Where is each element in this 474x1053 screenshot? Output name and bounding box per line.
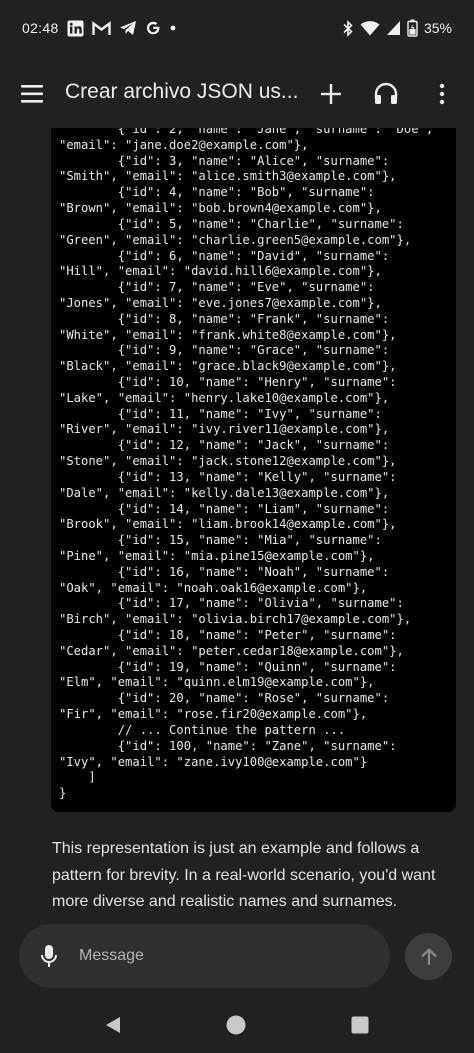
headset-icon [374, 82, 398, 104]
code-line: {"id": 13, "name": "Kelly", "surname": [59, 469, 397, 484]
gmail-icon [91, 20, 111, 36]
code-block[interactable]: {"id": 2, "name": "Jane", "surname": "Do… [51, 128, 456, 812]
new-chat-button[interactable] [318, 80, 346, 108]
battery-icon [407, 19, 418, 37]
voice-mode-button[interactable] [372, 80, 400, 108]
battery-percent: 35% [423, 20, 452, 36]
code-line: "Oak", "email": "noah.oak16@example.com"… [59, 580, 368, 595]
code-line: "Elm", "email": "quinn.elm19@example.com… [59, 675, 375, 690]
message-composer [19, 924, 390, 988]
code-line: "Brook", "email": "liam.brook14@example.… [59, 517, 397, 532]
code-line: {"id": 17, "name": "Olivia", "surname": [59, 596, 404, 611]
navigation-bar [0, 1000, 474, 1053]
code-line: {"id": 100, "name": "Zane", "surname": [59, 738, 397, 753]
code-line: "Birch", "email": "olivia.birch17@exampl… [59, 612, 412, 627]
code-line: {"id": 15, "name": "Mia", "surname": [59, 533, 382, 548]
nav-recents-button[interactable] [351, 1016, 369, 1034]
code-line: {"id": 4, "name": "Bob", "surname": [59, 185, 375, 200]
code-line: {"id": 5, "name": "Charlie", "surname": [59, 216, 404, 231]
code-line: "Pine", "email": "mia.pine15@example.com… [59, 548, 375, 563]
back-icon [106, 1017, 120, 1033]
wifi-icon [360, 20, 380, 36]
chat-screen: 02:48 35% Crear archivo JSON us... {"id"… [0, 0, 474, 1053]
code-line: "Green", "email": "charlie.green5@exampl… [59, 232, 412, 247]
status-right: 35% [342, 19, 452, 37]
code-line: {"id": 6, "name": "David", "surname": [59, 248, 390, 263]
code-line: {"id": 10, "name": "Henry", "surname": [59, 375, 397, 389]
code-line: "Cedar", "email": "peter.cedar18@example… [59, 643, 404, 658]
code-line: {"id": 11, "name": "Ivy", "surname": [59, 406, 382, 421]
code-line: {"id": 7, "name": "Eve", "surname": [59, 280, 375, 295]
code-line: "email": "jane.doe2@example.com"}, [59, 137, 309, 152]
bluetooth-icon [342, 19, 354, 37]
code-line: "Lake", "email": "henry.lake10@example.c… [59, 390, 390, 405]
message-input[interactable] [79, 942, 369, 970]
microphone-button[interactable] [39, 944, 59, 968]
code-line: {"id": 8, "name": "Frank", "surname": [59, 311, 390, 326]
more-options-button[interactable] [430, 80, 454, 108]
code-line: {"id": 2, "name": "Jane", "surname": "Do… [59, 128, 434, 136]
menu-icon [21, 85, 43, 103]
chat-title[interactable]: Crear archivo JSON us... [65, 80, 305, 104]
code-line: "Hill", "email": "david.hill6@example.co… [59, 264, 382, 279]
plus-icon [321, 84, 341, 104]
code-content: {"id": 2, "name": "Jane", "surname": "Do… [59, 128, 455, 802]
microphone-icon [41, 945, 57, 967]
code-line: "Black", "email": "grace.black9@example.… [59, 359, 397, 374]
send-button[interactable] [405, 933, 452, 980]
app-bar: Crear archivo JSON us... [0, 66, 474, 122]
code-line: {"id": 9, "name": "Grace", "surname": [59, 343, 390, 358]
status-bar: 02:48 35% [0, 0, 474, 56]
code-line: "River", "email": "ivy.river11@example.c… [59, 422, 390, 437]
linkedin-icon [67, 20, 84, 37]
code-line: {"id": 16, "name": "Noah", "surname": [59, 564, 390, 579]
code-line: {"id": 20, "name": "Rose", "surname": [59, 691, 390, 706]
arrow-up-icon [420, 947, 437, 965]
menu-button[interactable] [20, 82, 46, 106]
code-line: {"id": 3, "name": "Alice", "surname": [59, 153, 390, 168]
status-left: 02:48 [22, 20, 177, 37]
signal-icon [386, 20, 401, 36]
recents-icon [351, 1016, 369, 1034]
home-icon [226, 1015, 246, 1035]
google-icon [145, 20, 161, 36]
code-line: {"id": 14, "name": "Liam", "surname": [59, 501, 390, 516]
code-line: ] [59, 770, 96, 785]
more-vert-icon [439, 83, 445, 105]
code-line: {"id": 18, "name": "Peter", "surname": [59, 628, 397, 642]
code-line: "White", "email": "frank.white8@example.… [59, 327, 397, 342]
code-line: "Jones", "email": "eve.jones7@example.co… [59, 295, 382, 310]
code-line: "Ivy", "email": "zane.ivy100@example.com… [59, 754, 368, 769]
code-line: "Smith", "email": "alice.smith3@example.… [59, 169, 397, 184]
code-line: "Dale", "email": "kelly.dale13@example.c… [59, 485, 390, 500]
nav-home-button[interactable] [226, 1015, 246, 1035]
nav-back-button[interactable] [103, 1015, 123, 1035]
code-line: {"id": 19, "name": "Quinn", "surname": [59, 659, 397, 674]
status-time: 02:48 [22, 20, 59, 36]
telegram-icon [119, 20, 137, 36]
dot-icon [169, 24, 177, 32]
assistant-message: This representation is just an example a… [52, 840, 436, 910]
code-line: "Brown", "email": "bob.brown4@example.co… [59, 201, 382, 216]
code-line: } [59, 786, 67, 801]
code-line: "Fir", "email": "rose.fir20@example.com"… [59, 707, 368, 722]
code-line: "Stone", "email": "jack.stone12@example.… [59, 454, 397, 469]
code-line: // ... Continue the pattern ... [59, 722, 346, 737]
code-line: {"id": 12, "name": "Jack", "surname": [59, 438, 390, 453]
